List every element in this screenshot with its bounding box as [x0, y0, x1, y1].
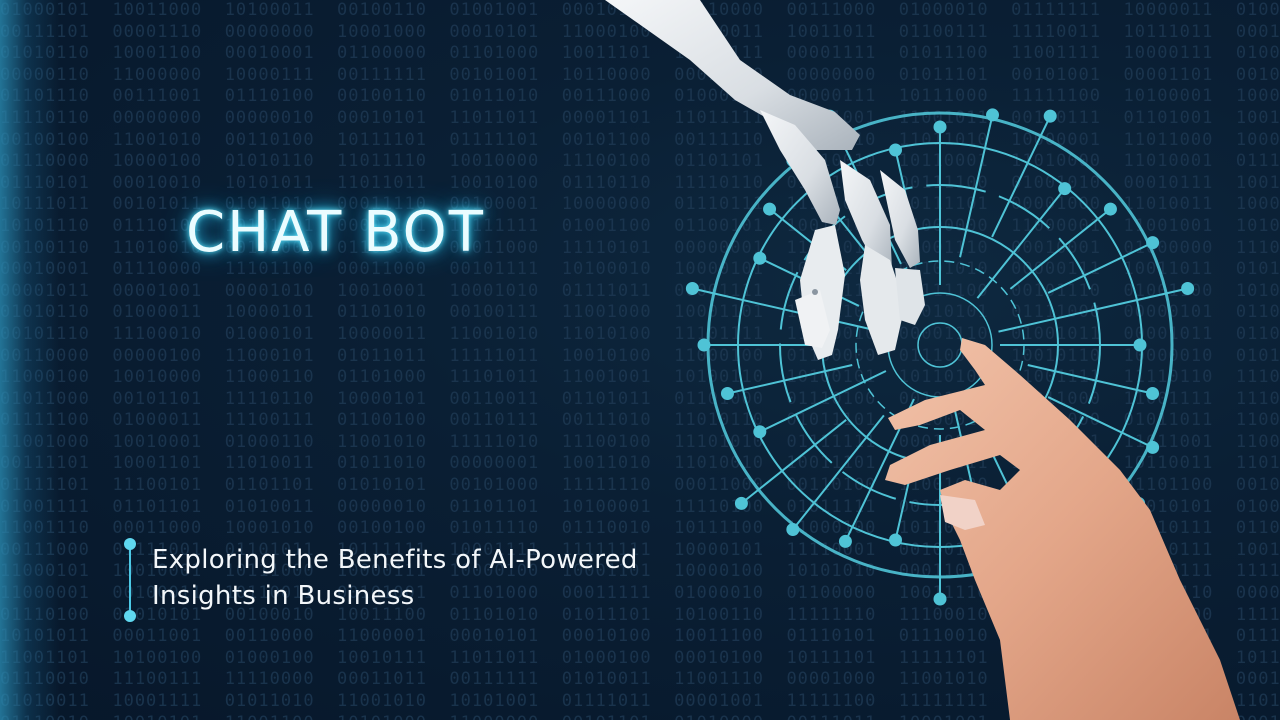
circuit-node	[786, 523, 800, 537]
circuit-spoke	[998, 287, 1188, 333]
circuit-node	[1146, 387, 1160, 401]
left-edge-glow	[0, 0, 60, 720]
circuit-node	[720, 387, 734, 401]
circuit-node	[685, 281, 699, 295]
slide: 01000101 10011000 10100011 00100110 0100…	[0, 0, 1280, 720]
circuit-spoke	[1009, 208, 1112, 290]
circuit-spoke	[1027, 364, 1153, 395]
circuit-spoke	[692, 287, 882, 333]
accent-line	[129, 544, 131, 616]
circuit-node	[1146, 236, 1160, 250]
subtitle-line-1: Exploring the Benefits of AI-Powered	[152, 545, 638, 575]
circuit-spoke	[727, 364, 853, 395]
circuit-node	[763, 202, 777, 216]
circuit-node	[1146, 440, 1160, 454]
circuit-node	[1133, 338, 1147, 352]
circuit-spoke	[1047, 241, 1154, 294]
subtitle: Exploring the Benefits of AI-Powered Ins…	[152, 542, 638, 614]
circuit-node	[1043, 109, 1057, 123]
circuit-node	[1058, 182, 1072, 196]
circuit-spoke	[976, 188, 1066, 299]
human-hand-image	[885, 338, 1240, 720]
circuit-node	[734, 496, 748, 510]
accent-dot-top	[124, 538, 136, 550]
circuit-node	[1181, 281, 1195, 295]
circuit-node	[933, 120, 947, 134]
circuit-node	[888, 143, 902, 157]
circuit-node	[986, 108, 1000, 122]
circuit-node	[888, 533, 902, 547]
circuit-spoke	[759, 370, 887, 433]
accent-dot-bottom	[124, 610, 136, 622]
circuit-node	[933, 592, 947, 606]
circuit-node	[753, 425, 767, 439]
circuit-node	[1103, 202, 1117, 216]
circuit-node	[753, 251, 767, 265]
circuit-node	[838, 534, 852, 548]
slide-title: CHAT BOT	[186, 200, 485, 265]
circuit-node	[697, 338, 711, 352]
hands-and-circuit-illustration	[605, 0, 1240, 720]
subtitle-line-2: Insights in Business	[152, 581, 415, 611]
